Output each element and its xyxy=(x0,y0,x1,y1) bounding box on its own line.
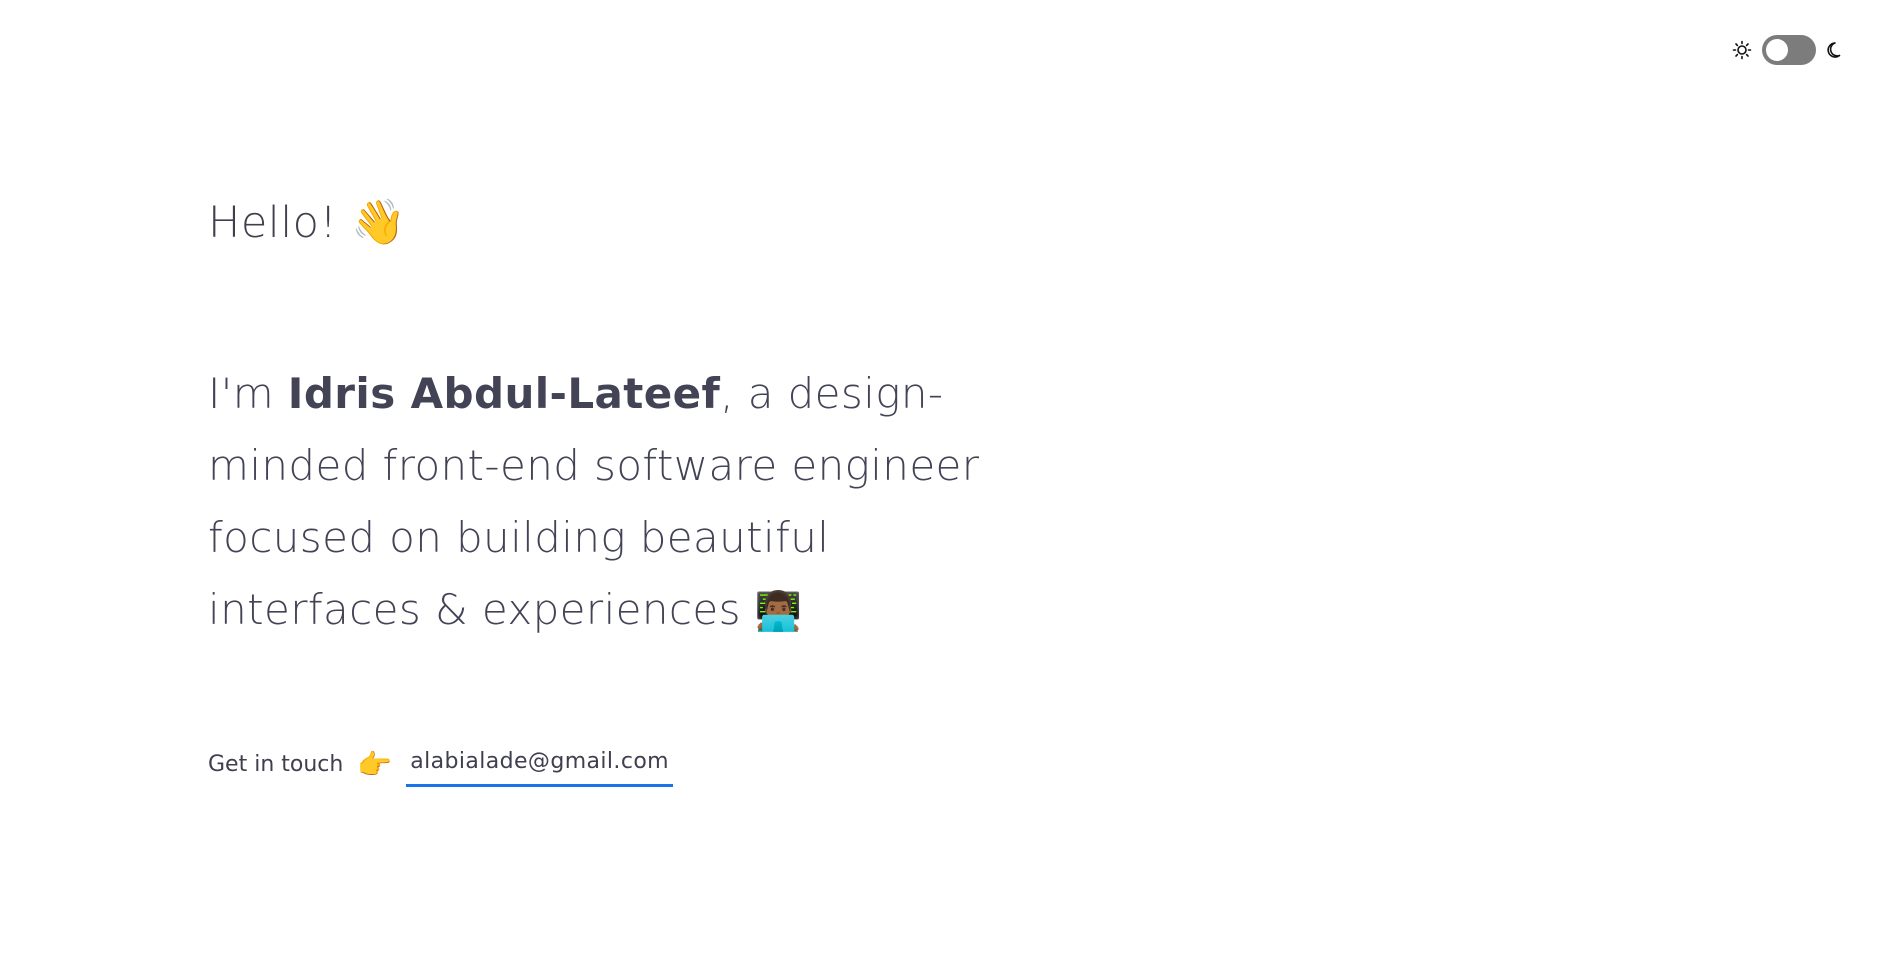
contact-label: Get in touch xyxy=(208,751,344,777)
greeting: Hello! 👋 xyxy=(208,188,1028,258)
hero-content: Hello! 👋 I'm Idris Abdul-Lateef, a design… xyxy=(208,188,1028,787)
theme-toggle xyxy=(1732,35,1846,65)
intro-text: I'm Idris Abdul-Lateef, a design-minded … xyxy=(208,358,1028,647)
greeting-text: Hello! xyxy=(208,198,338,248)
page: Hello! 👋 I'm Idris Abdul-Lateef, a design… xyxy=(0,0,1901,958)
email-link[interactable]: alabialade@gmail.com xyxy=(406,742,674,787)
pointing-hand-icon: 👉 xyxy=(357,747,393,781)
contact-section: Get in touch 👉 alabialade@gmail.com xyxy=(208,742,1028,787)
technologist-icon: 👨🏾‍💻 xyxy=(754,589,803,633)
theme-switch-knob xyxy=(1766,39,1788,61)
theme-switch[interactable] xyxy=(1762,35,1816,65)
moon-icon xyxy=(1826,40,1846,60)
waving-hand-icon: 👋 xyxy=(351,197,407,248)
intro-prefix: I'm xyxy=(208,369,288,418)
sun-icon xyxy=(1732,40,1752,60)
author-name: Idris Abdul-Lateef xyxy=(287,369,721,418)
